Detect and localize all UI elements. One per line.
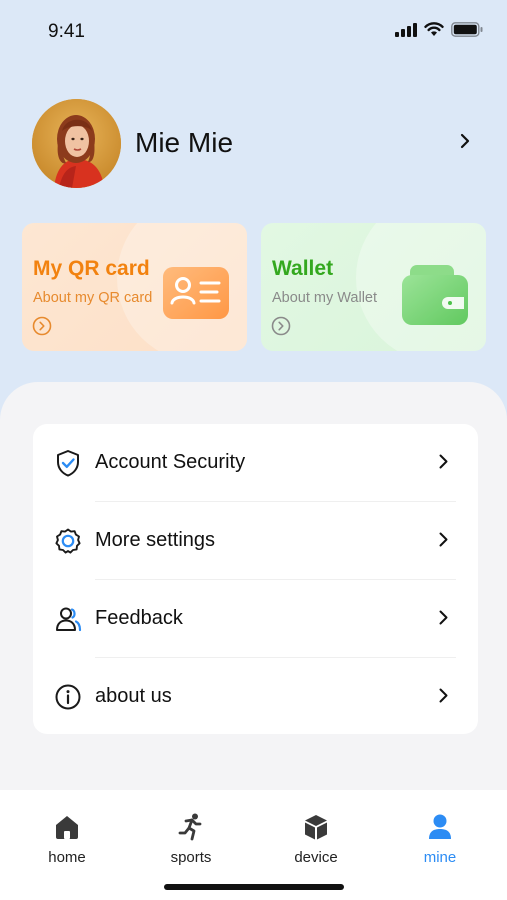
status-time: 9:41 [48,21,85,42]
menu-item-label: Account Security [95,451,246,473]
arrow-circle-icon[interactable] [271,316,291,336]
wallet-card[interactable]: Wallet About my Wallet [261,223,486,351]
cellular-signal-icon [395,22,417,37]
chevron-right-icon [439,610,448,625]
gear-icon [55,528,81,554]
tab-home[interactable]: home [22,812,112,866]
qr-card-title: My QR card [33,257,150,280]
menu-item-feedback[interactable]: Feedback [33,580,478,658]
status-bar: 9:41 [0,0,507,64]
tab-sports[interactable]: sports [146,812,236,866]
home-indicator [164,884,344,890]
cube-icon [305,815,327,840]
tab-device[interactable]: device [271,812,361,866]
wallet-icon [402,265,468,325]
settings-menu: Account Security More settings Feedback [33,424,478,734]
menu-item-label: Feedback [95,607,183,629]
chevron-right-icon[interactable] [460,133,470,149]
shield-check-icon [57,450,79,477]
menu-item-label: about us [95,685,172,707]
tab-mine[interactable]: mine [395,812,485,866]
tab-label: mine [423,849,457,866]
runner-icon [178,813,202,841]
menu-item-account-security[interactable]: Account Security [33,424,478,502]
menu-item-label: More settings [95,529,216,551]
chevron-right-icon [439,454,448,469]
avatar[interactable] [32,99,121,188]
chevron-right-icon [439,532,448,547]
id-card-icon [163,267,229,319]
qr-card-subtitle: About my QR card [33,290,153,306]
chevron-right-icon [439,688,448,703]
status-icons [395,22,483,37]
wifi-icon [424,22,444,36]
profile-header[interactable]: Mie Mie [32,99,482,189]
people-icon [56,607,82,632]
tab-label: device [294,849,338,866]
arrow-circle-icon[interactable] [32,316,52,336]
battery-icon [451,22,483,37]
qr-card[interactable]: My QR card About my QR card [22,223,247,351]
home-icon [56,816,78,839]
tab-label: sports [170,849,212,866]
menu-item-more-settings[interactable]: More settings [33,502,478,580]
menu-item-about-us[interactable]: about us [33,658,478,736]
wallet-card-subtitle: About my Wallet [272,290,378,306]
info-icon [55,684,81,710]
wallet-card-title: Wallet [272,257,334,280]
tab-label: home [48,849,86,866]
person-icon [429,814,451,839]
profile-name: Mie Mie [135,127,234,158]
